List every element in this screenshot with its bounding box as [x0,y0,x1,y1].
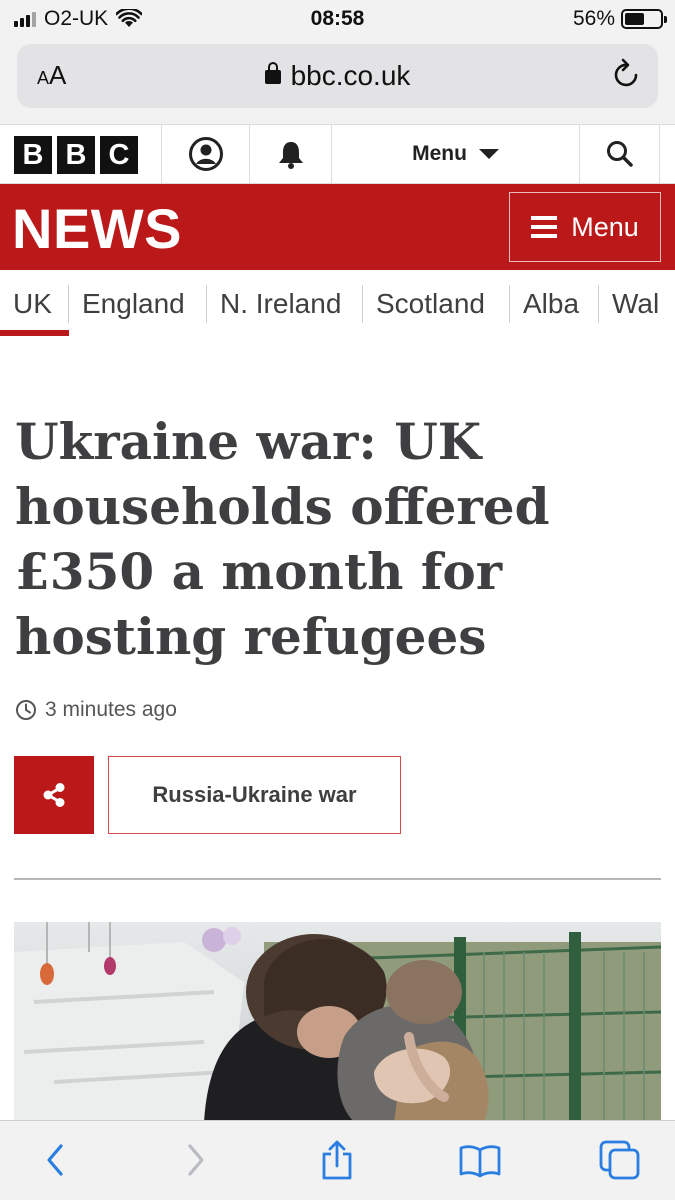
chevron-down-icon [478,149,499,159]
article-headline: Ukraine war: UK households offered £350 … [15,412,550,666]
bbc-masthead: B B C Menu [0,124,675,184]
status-bar: O2-UK 08:58 56% [0,0,675,38]
url-display[interactable]: bbc.co.uk [17,60,658,92]
book-icon [459,1145,501,1178]
share-sheet-icon [322,1140,352,1180]
nav-item-england[interactable]: England [82,270,185,338]
news-menu-label: Menu [571,211,639,242]
bookmarks-button[interactable] [450,1135,510,1185]
browser-chrome: AA bbc.co.uk [0,38,675,124]
forward-button[interactable] [166,1135,226,1185]
news-header: NEWS Menu [0,184,675,270]
battery-percent: 56% [572,7,615,30]
topic-tag-button[interactable]: Russia-Ukraine war [108,756,401,834]
tabs-icon [599,1140,640,1180]
nav-item-uk[interactable]: UK [13,270,52,338]
browser-toolbar [0,1120,675,1200]
article-timestamp: 3 minutes ago [15,698,177,722]
status-right: 56% [572,7,667,31]
share-icon [43,783,65,807]
lead-image-illustration [14,922,661,1122]
back-button[interactable] [25,1135,85,1185]
section-nav: UK England N. Ireland Scotland Alba Wal [0,270,675,338]
chevron-right-icon [188,1144,204,1176]
chevron-left-icon [47,1144,63,1176]
bbc-menu-label: Menu [412,142,467,165]
news-title[interactable]: NEWS [12,196,182,261]
clock-icon [16,700,36,720]
nav-item-scotland[interactable]: Scotland [376,270,485,338]
reload-icon[interactable] [612,58,642,92]
timestamp-text: 3 minutes ago [45,698,177,721]
hamburger-icon [531,216,558,238]
share-button[interactable] [14,756,94,834]
bbc-menu-button[interactable]: Menu [331,125,579,183]
account-icon [188,137,223,171]
lock-icon [264,62,281,84]
nav-item-n-ireland[interactable]: N. Ireland [220,270,341,338]
search-icon [606,141,633,167]
nav-item-wales[interactable]: Wal [612,270,659,338]
battery-icon [621,9,667,29]
address-bar[interactable]: AA bbc.co.uk [17,44,658,108]
notifications-button[interactable] [249,125,331,183]
search-button[interactable] [579,125,660,183]
url-text: bbc.co.uk [290,60,411,91]
account-button[interactable] [161,125,249,183]
divider [14,878,661,880]
bbc-logo[interactable]: B B C [14,136,138,174]
tabs-button[interactable] [590,1135,650,1185]
bell-icon [278,142,303,169]
active-tab-indicator [0,330,69,336]
news-menu-button[interactable]: Menu [509,192,661,262]
nav-item-alba[interactable]: Alba [523,270,579,338]
share-page-button[interactable] [307,1135,367,1185]
article-lead-image [14,922,661,1122]
